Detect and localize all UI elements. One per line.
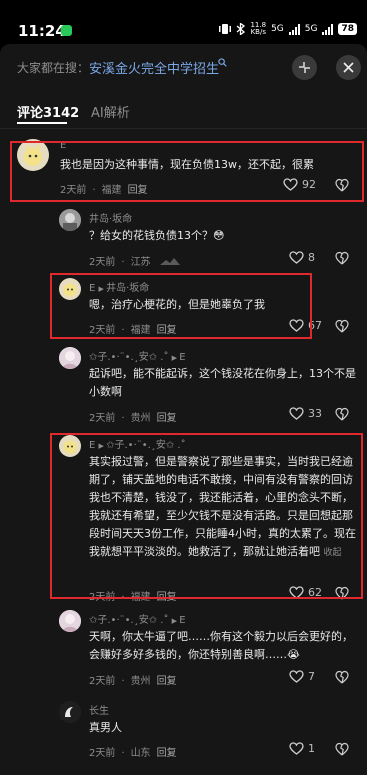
comment-meta: 2天前 · 贵州 回复 <box>89 413 177 424</box>
search-term-link[interactable]: 安溪金火完全中学招生 <box>89 58 219 77</box>
comment-author[interactable]: ✩子.•·¨•.¸安✩ .˚ <box>89 352 168 363</box>
comment-location: 江苏 <box>130 257 151 268</box>
network-speed: 11.8 KB/s <box>250 21 267 36</box>
comment-author-line: ✩子.•·¨•.¸安✩ .˚ ▶ E <box>89 348 186 363</box>
comment-location: 贵州 <box>130 676 151 687</box>
reply-item[interactable]: ✩子.•·¨•.¸安✩ .˚ ▶ E 天啊，你太牛逼了吧……你有这个毅力以后会更… <box>59 610 362 690</box>
reply-button[interactable]: 回复 <box>157 748 177 759</box>
collapse-button[interactable] <box>292 55 317 80</box>
wechat-notification-icon <box>61 25 72 36</box>
like-count: 33 <box>308 407 322 420</box>
avatar[interactable] <box>59 701 81 723</box>
avatar[interactable] <box>59 209 81 231</box>
like-count: 8 <box>308 251 315 264</box>
dislike-icon[interactable] <box>335 670 349 684</box>
reply-button[interactable]: 回复 <box>157 676 177 687</box>
bluetooth-icon <box>237 23 246 35</box>
highlight-box <box>50 273 312 339</box>
tab-ai-analysis[interactable]: AI解析 <box>91 102 130 121</box>
reply-button[interactable]: 回复 <box>157 413 177 424</box>
comment-text: ？给女的花钱负债13个？😳 <box>89 229 225 242</box>
heart-icon <box>289 407 304 420</box>
comment-time: 2天前 <box>89 257 116 268</box>
comment-author[interactable]: 井岛·坂命 <box>89 210 132 225</box>
comment-time: 2天前 <box>89 676 116 687</box>
reply-item[interactable]: 井岛·坂命 ？给女的花钱负债13个？😳 2天前 · 江苏 8 <box>59 209 362 269</box>
dislike-icon[interactable] <box>335 407 349 421</box>
dislike-icon[interactable] <box>335 742 349 756</box>
comment-meta: 2天前 · 贵州 回复 <box>89 676 177 687</box>
like-button[interactable]: 8 <box>289 251 315 264</box>
avatar[interactable] <box>59 347 81 369</box>
like-count: 1 <box>308 742 315 755</box>
reply-item[interactable]: ✩子.•·¨•.¸安✩ .˚ ▶ E 起诉吧，能不能起诉，这个钱没花在你身上，1… <box>59 347 362 425</box>
status-bar: 11:24 11.8 KB/s 5G 5G 78 <box>0 0 367 44</box>
highlight-box <box>10 141 364 202</box>
search-icon <box>218 58 227 67</box>
avatar[interactable] <box>59 610 81 632</box>
signal-icon-2 <box>322 23 334 35</box>
dislike-icon[interactable] <box>335 251 349 265</box>
comment-text: 真男人 <box>89 721 122 734</box>
comment-time: 2天前 <box>89 413 116 424</box>
like-count: 7 <box>308 670 315 683</box>
like-button[interactable]: 7 <box>289 670 315 683</box>
heart-icon <box>289 251 304 264</box>
close-icon <box>343 62 354 73</box>
comment-location: 山东 <box>130 748 151 759</box>
status-time: 11:24 <box>18 22 66 40</box>
reply-to-author[interactable]: E <box>179 615 185 626</box>
like-button[interactable]: 33 <box>289 407 322 420</box>
reply-to-author[interactable]: E <box>179 352 185 363</box>
dislike-icon[interactable] <box>335 319 349 333</box>
comment-author-line: ✩子.•·¨•.¸安✩ .˚ ▶ E <box>89 611 186 626</box>
highlight-box <box>50 433 363 599</box>
heart-icon <box>289 742 304 755</box>
comment-author[interactable]: 长生 <box>89 702 109 717</box>
comment-author[interactable]: ✩子.•·¨•.¸安✩ .˚ <box>89 615 168 626</box>
trending-search-bar[interactable]: 大家都在搜： 安溪金火完全中学招生 <box>0 44 367 88</box>
avatar-image <box>59 701 81 723</box>
sticker-thumbnail-icon <box>159 258 180 265</box>
reply-item[interactable]: 长生 真男人 2天前 · 山东 回复 1 <box>59 701 362 761</box>
network-type-1: 5G <box>271 24 284 34</box>
comment-time: 2天前 <box>89 748 116 759</box>
comment-meta: 2天前 · 山东 回复 <box>89 748 177 759</box>
comment-text: 天啊，你太牛逼了吧……你有这个毅力以后会更好的，会赚好多好多钱的，你还特别善良啊… <box>89 630 353 661</box>
network-type-2: 5G <box>304 24 318 34</box>
search-prefix: 大家都在搜： <box>17 61 90 75</box>
comment-tabs: 评论3142 AI解析 <box>0 96 367 126</box>
comment-meta: 2天前 · 江苏 <box>89 253 180 268</box>
heart-icon <box>289 670 304 683</box>
collapse-icon <box>299 62 310 73</box>
status-indicators: 11.8 KB/s 5G 5G 78 <box>219 22 357 36</box>
comment-location: 贵州 <box>130 413 151 424</box>
battery-icon: 78 <box>338 23 357 35</box>
vibrate-icon <box>219 24 232 34</box>
avatar-image <box>59 209 81 231</box>
divider <box>0 128 367 129</box>
like-button[interactable]: 1 <box>289 742 315 755</box>
avatar-image <box>59 347 81 369</box>
signal-icon-1 <box>288 23 300 35</box>
comments-panel: 大家都在搜： 安溪金火完全中学招生 评论3142 AI解析 E 我也是因为这种事… <box>0 44 367 775</box>
active-tab-indicator <box>17 122 67 124</box>
avatar-image <box>59 610 81 632</box>
tab-comments[interactable]: 评论3142 <box>17 102 79 121</box>
close-button[interactable] <box>336 55 361 80</box>
comment-text: 起诉吧，能不能起诉，这个钱没花在你身上，13个不是小数啊 <box>89 367 356 398</box>
